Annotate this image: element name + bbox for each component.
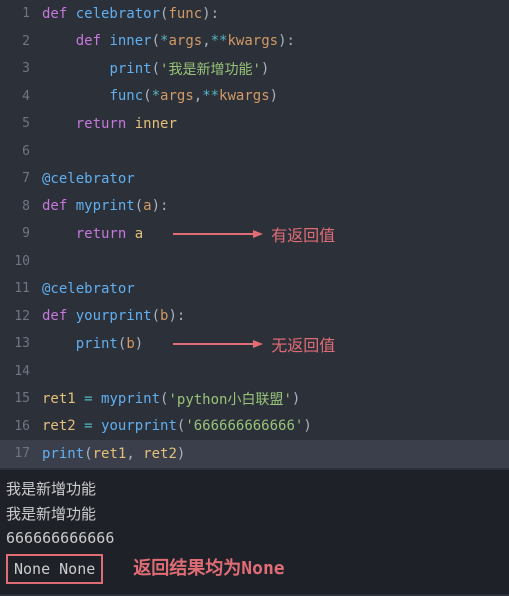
code-line[interactable]: 5 return inner (0, 110, 509, 138)
code-line[interactable]: 10 (0, 248, 509, 276)
code-line[interactable]: 1def celebrator(func): (0, 0, 509, 28)
code-content: def yourprint(b): (42, 308, 185, 324)
arrow-icon (173, 339, 263, 349)
output-panel: 我是新增功能我是新增功能666666666666 None None 返回结果均… (0, 470, 509, 594)
result-annotation: 返回结果均为None (133, 555, 284, 582)
code-annotation: 无返回值 (271, 332, 335, 356)
code-line[interactable]: 3 print('我是新增功能') (0, 55, 509, 83)
code-line[interactable]: 8def myprint(a): (0, 193, 509, 221)
code-line[interactable]: 15ret1 = myprint('python小白联盟') (0, 385, 509, 413)
output-line: 我是新增功能 (6, 503, 503, 526)
line-number: 9 (0, 226, 42, 241)
code-line[interactable]: 12def yourprint(b): (0, 303, 509, 331)
code-content: ret2 = yourprint('666666666666') (42, 418, 312, 434)
line-number: 1 (0, 6, 42, 21)
code-line[interactable]: 13 print(b)无返回值 (0, 330, 509, 358)
output-line: 666666666666 (6, 527, 503, 550)
code-content: ret1 = myprint('python小白联盟') (42, 389, 300, 409)
line-number: 16 (0, 419, 42, 434)
arrow-icon (173, 229, 263, 239)
code-line[interactable]: 2 def inner(*args,**kwargs): (0, 28, 509, 56)
line-number: 12 (0, 309, 42, 324)
line-number: 3 (0, 61, 42, 76)
code-content: def celebrator(func): (42, 6, 219, 22)
code-content: print('我是新增功能') (42, 59, 269, 79)
code-content: print(b)无返回值 (42, 332, 335, 356)
code-content: @celebrator (42, 281, 135, 297)
code-line[interactable]: 11@celebrator (0, 275, 509, 303)
code-content: func(*args,**kwargs) (42, 88, 278, 104)
code-line[interactable]: 17print(ret1, ret2) (0, 440, 509, 468)
none-result-box: None None (6, 554, 103, 585)
code-content: def inner(*args,**kwargs): (42, 33, 295, 49)
code-annotation: 有返回值 (271, 222, 335, 246)
code-editor: 1def celebrator(func):2 def inner(*args,… (0, 0, 509, 470)
code-line[interactable]: 16ret2 = yourprint('666666666666') (0, 413, 509, 441)
line-number: 2 (0, 34, 42, 49)
line-number: 4 (0, 89, 42, 104)
code-content: print(ret1, ret2) (42, 446, 185, 462)
line-number: 10 (0, 254, 42, 269)
line-number: 14 (0, 364, 42, 379)
line-number: 6 (0, 144, 42, 159)
line-number: 7 (0, 171, 42, 186)
line-number: 13 (0, 336, 42, 351)
line-number: 5 (0, 116, 42, 131)
code-content: return inner (42, 116, 177, 132)
line-number: 11 (0, 281, 42, 296)
code-content: return a有返回值 (42, 222, 335, 246)
code-line[interactable]: 7@celebrator (0, 165, 509, 193)
code-line[interactable]: 4 func(*args,**kwargs) (0, 83, 509, 111)
line-number: 15 (0, 391, 42, 406)
code-line[interactable]: 6 (0, 138, 509, 166)
code-content: @celebrator (42, 171, 135, 187)
line-number: 8 (0, 199, 42, 214)
line-number: 17 (0, 446, 42, 461)
output-line: 我是新增功能 (6, 478, 503, 501)
code-content: def myprint(a): (42, 198, 168, 214)
code-line[interactable]: 9 return a有返回值 (0, 220, 509, 248)
code-line[interactable]: 14 (0, 358, 509, 386)
